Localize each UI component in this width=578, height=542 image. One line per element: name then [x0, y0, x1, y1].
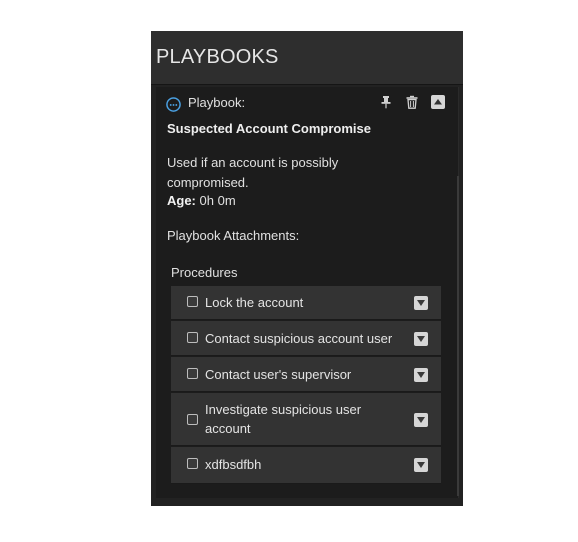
procedures-heading: Procedures [171, 265, 238, 280]
procedure-row[interactable]: xdfbsdfbh [171, 447, 441, 484]
collapse-up-icon[interactable] [431, 95, 445, 109]
procedure-checkbox[interactable] [187, 414, 198, 425]
panel-header: PLAYBOOKS [151, 31, 463, 84]
chevron-down-icon[interactable] [414, 332, 428, 346]
procedure-checkbox[interactable] [187, 296, 198, 307]
procedure-checkbox[interactable] [187, 368, 198, 379]
scrollbar[interactable] [457, 176, 459, 496]
procedure-checkbox[interactable] [187, 458, 198, 469]
playbook-name: Suspected Account Compromise [167, 121, 371, 136]
pin-icon[interactable] [379, 95, 393, 109]
trash-icon[interactable] [405, 95, 419, 109]
procedure-label: Investigate suspicious user account [205, 402, 362, 436]
procedure-checkbox[interactable] [187, 332, 198, 343]
procedure-row[interactable]: Lock the account [171, 286, 441, 320]
procedure-row[interactable]: Investigate suspicious user account [171, 393, 441, 446]
chevron-down-icon[interactable] [414, 458, 428, 472]
playbook-circle-icon[interactable] [166, 97, 181, 112]
age-label: Age: [167, 193, 196, 208]
chevron-down-icon[interactable] [414, 296, 428, 310]
procedure-label: xdfbsdfbh [205, 457, 262, 472]
playbook-label: Playbook: [188, 95, 246, 110]
chevron-down-icon[interactable] [414, 413, 428, 427]
header-divider [151, 84, 463, 85]
procedure-label: Contact suspicious account user [205, 331, 393, 346]
procedure-row[interactable]: Contact user's supervisor [171, 357, 441, 392]
playbook-age: Age: 0h 0m [167, 193, 236, 208]
age-value: 0h 0m [199, 193, 236, 208]
chevron-down-icon[interactable] [414, 368, 428, 382]
procedure-row[interactable]: Contact suspicious account user [171, 321, 441, 356]
panel-title: PLAYBOOKS [156, 46, 279, 68]
procedure-label: Contact user's supervisor [205, 367, 352, 382]
playbook-description: Used if an account is possibly compromis… [167, 155, 339, 190]
attachments-label: Playbook Attachments: [167, 228, 300, 243]
procedure-label: Lock the account [205, 295, 304, 310]
